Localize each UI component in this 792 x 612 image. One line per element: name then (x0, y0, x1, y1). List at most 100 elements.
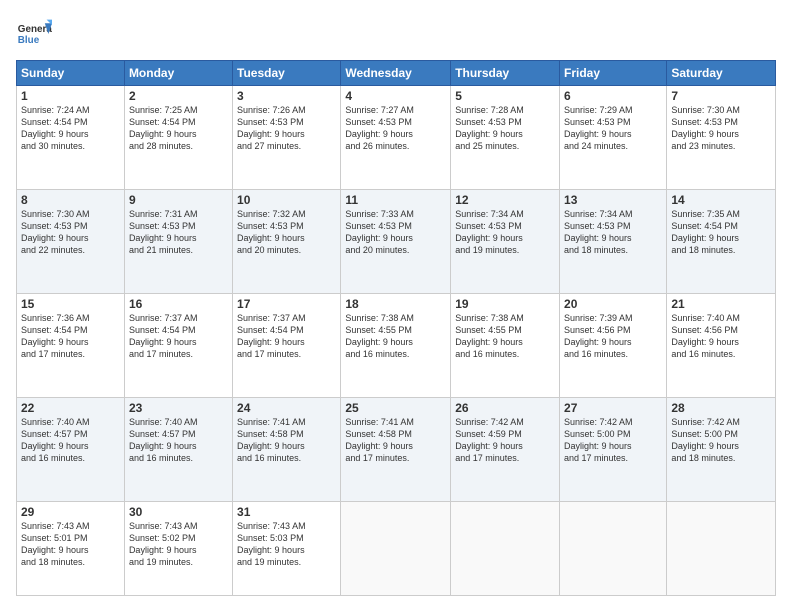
calendar-cell: 28Sunrise: 7:42 AM Sunset: 5:00 PM Dayli… (667, 397, 776, 501)
calendar-cell: 20Sunrise: 7:39 AM Sunset: 4:56 PM Dayli… (560, 293, 667, 397)
calendar-cell: 25Sunrise: 7:41 AM Sunset: 4:58 PM Dayli… (341, 397, 451, 501)
day-info: Sunrise: 7:42 AM Sunset: 4:59 PM Dayligh… (455, 416, 555, 465)
calendar-cell: 23Sunrise: 7:40 AM Sunset: 4:57 PM Dayli… (124, 397, 232, 501)
calendar-cell: 14Sunrise: 7:35 AM Sunset: 4:54 PM Dayli… (667, 189, 776, 293)
calendar-cell: 22Sunrise: 7:40 AM Sunset: 4:57 PM Dayli… (17, 397, 125, 501)
calendar-table: SundayMondayTuesdayWednesdayThursdayFrid… (16, 60, 776, 596)
calendar-cell: 31Sunrise: 7:43 AM Sunset: 5:03 PM Dayli… (233, 501, 341, 595)
calendar-week-3: 15Sunrise: 7:36 AM Sunset: 4:54 PM Dayli… (17, 293, 776, 397)
day-info: Sunrise: 7:28 AM Sunset: 4:53 PM Dayligh… (455, 104, 555, 153)
day-info: Sunrise: 7:25 AM Sunset: 4:54 PM Dayligh… (129, 104, 228, 153)
day-number: 11 (345, 193, 446, 207)
day-info: Sunrise: 7:24 AM Sunset: 4:54 PM Dayligh… (21, 104, 120, 153)
calendar-cell: 1Sunrise: 7:24 AM Sunset: 4:54 PM Daylig… (17, 86, 125, 190)
day-number: 30 (129, 505, 228, 519)
calendar-cell: 24Sunrise: 7:41 AM Sunset: 4:58 PM Dayli… (233, 397, 341, 501)
calendar-cell: 11Sunrise: 7:33 AM Sunset: 4:53 PM Dayli… (341, 189, 451, 293)
day-number: 28 (671, 401, 771, 415)
day-number: 10 (237, 193, 336, 207)
calendar-cell: 16Sunrise: 7:37 AM Sunset: 4:54 PM Dayli… (124, 293, 232, 397)
calendar-cell: 8Sunrise: 7:30 AM Sunset: 4:53 PM Daylig… (17, 189, 125, 293)
calendar-cell: 17Sunrise: 7:37 AM Sunset: 4:54 PM Dayli… (233, 293, 341, 397)
col-header-friday: Friday (560, 61, 667, 86)
day-info: Sunrise: 7:43 AM Sunset: 5:02 PM Dayligh… (129, 520, 228, 569)
calendar-cell: 2Sunrise: 7:25 AM Sunset: 4:54 PM Daylig… (124, 86, 232, 190)
day-info: Sunrise: 7:37 AM Sunset: 4:54 PM Dayligh… (129, 312, 228, 361)
day-info: Sunrise: 7:43 AM Sunset: 5:01 PM Dayligh… (21, 520, 120, 569)
day-number: 26 (455, 401, 555, 415)
day-info: Sunrise: 7:27 AM Sunset: 4:53 PM Dayligh… (345, 104, 446, 153)
logo: General Blue (16, 16, 52, 52)
calendar-cell: 6Sunrise: 7:29 AM Sunset: 4:53 PM Daylig… (560, 86, 667, 190)
day-info: Sunrise: 7:34 AM Sunset: 4:53 PM Dayligh… (455, 208, 555, 257)
calendar-cell: 19Sunrise: 7:38 AM Sunset: 4:55 PM Dayli… (451, 293, 560, 397)
day-info: Sunrise: 7:32 AM Sunset: 4:53 PM Dayligh… (237, 208, 336, 257)
day-info: Sunrise: 7:41 AM Sunset: 4:58 PM Dayligh… (237, 416, 336, 465)
day-number: 23 (129, 401, 228, 415)
day-info: Sunrise: 7:34 AM Sunset: 4:53 PM Dayligh… (564, 208, 662, 257)
day-number: 21 (671, 297, 771, 311)
day-number: 4 (345, 89, 446, 103)
calendar-cell: 4Sunrise: 7:27 AM Sunset: 4:53 PM Daylig… (341, 86, 451, 190)
day-info: Sunrise: 7:37 AM Sunset: 4:54 PM Dayligh… (237, 312, 336, 361)
day-number: 8 (21, 193, 120, 207)
day-number: 13 (564, 193, 662, 207)
day-number: 2 (129, 89, 228, 103)
col-header-saturday: Saturday (667, 61, 776, 86)
calendar-cell: 21Sunrise: 7:40 AM Sunset: 4:56 PM Dayli… (667, 293, 776, 397)
day-number: 29 (21, 505, 120, 519)
day-number: 5 (455, 89, 555, 103)
col-header-monday: Monday (124, 61, 232, 86)
page: General Blue SundayMondayTuesdayWednesda… (0, 0, 792, 612)
calendar-cell (667, 501, 776, 595)
calendar-cell: 12Sunrise: 7:34 AM Sunset: 4:53 PM Dayli… (451, 189, 560, 293)
day-info: Sunrise: 7:26 AM Sunset: 4:53 PM Dayligh… (237, 104, 336, 153)
calendar-week-4: 22Sunrise: 7:40 AM Sunset: 4:57 PM Dayli… (17, 397, 776, 501)
calendar-cell (341, 501, 451, 595)
calendar-cell: 29Sunrise: 7:43 AM Sunset: 5:01 PM Dayli… (17, 501, 125, 595)
calendar-cell (560, 501, 667, 595)
day-info: Sunrise: 7:39 AM Sunset: 4:56 PM Dayligh… (564, 312, 662, 361)
calendar-week-2: 8Sunrise: 7:30 AM Sunset: 4:53 PM Daylig… (17, 189, 776, 293)
day-number: 27 (564, 401, 662, 415)
logo-icon: General Blue (16, 16, 52, 52)
calendar-cell: 3Sunrise: 7:26 AM Sunset: 4:53 PM Daylig… (233, 86, 341, 190)
day-number: 31 (237, 505, 336, 519)
day-info: Sunrise: 7:40 AM Sunset: 4:56 PM Dayligh… (671, 312, 771, 361)
calendar-cell: 18Sunrise: 7:38 AM Sunset: 4:55 PM Dayli… (341, 293, 451, 397)
calendar-cell: 7Sunrise: 7:30 AM Sunset: 4:53 PM Daylig… (667, 86, 776, 190)
day-number: 12 (455, 193, 555, 207)
day-info: Sunrise: 7:36 AM Sunset: 4:54 PM Dayligh… (21, 312, 120, 361)
calendar-week-1: 1Sunrise: 7:24 AM Sunset: 4:54 PM Daylig… (17, 86, 776, 190)
day-info: Sunrise: 7:30 AM Sunset: 4:53 PM Dayligh… (671, 104, 771, 153)
day-info: Sunrise: 7:31 AM Sunset: 4:53 PM Dayligh… (129, 208, 228, 257)
day-info: Sunrise: 7:29 AM Sunset: 4:53 PM Dayligh… (564, 104, 662, 153)
day-number: 9 (129, 193, 228, 207)
calendar-cell: 5Sunrise: 7:28 AM Sunset: 4:53 PM Daylig… (451, 86, 560, 190)
calendar-cell: 10Sunrise: 7:32 AM Sunset: 4:53 PM Dayli… (233, 189, 341, 293)
svg-text:Blue: Blue (18, 35, 40, 46)
day-info: Sunrise: 7:42 AM Sunset: 5:00 PM Dayligh… (564, 416, 662, 465)
day-number: 14 (671, 193, 771, 207)
day-number: 22 (21, 401, 120, 415)
day-info: Sunrise: 7:38 AM Sunset: 4:55 PM Dayligh… (455, 312, 555, 361)
calendar-cell: 26Sunrise: 7:42 AM Sunset: 4:59 PM Dayli… (451, 397, 560, 501)
day-number: 1 (21, 89, 120, 103)
day-number: 16 (129, 297, 228, 311)
day-info: Sunrise: 7:43 AM Sunset: 5:03 PM Dayligh… (237, 520, 336, 569)
calendar-cell: 13Sunrise: 7:34 AM Sunset: 4:53 PM Dayli… (560, 189, 667, 293)
day-info: Sunrise: 7:40 AM Sunset: 4:57 PM Dayligh… (21, 416, 120, 465)
day-info: Sunrise: 7:35 AM Sunset: 4:54 PM Dayligh… (671, 208, 771, 257)
day-number: 25 (345, 401, 446, 415)
day-info: Sunrise: 7:38 AM Sunset: 4:55 PM Dayligh… (345, 312, 446, 361)
day-number: 3 (237, 89, 336, 103)
day-number: 24 (237, 401, 336, 415)
calendar-cell: 30Sunrise: 7:43 AM Sunset: 5:02 PM Dayli… (124, 501, 232, 595)
col-header-wednesday: Wednesday (341, 61, 451, 86)
day-number: 19 (455, 297, 555, 311)
col-header-tuesday: Tuesday (233, 61, 341, 86)
day-number: 18 (345, 297, 446, 311)
calendar-cell: 27Sunrise: 7:42 AM Sunset: 5:00 PM Dayli… (560, 397, 667, 501)
day-info: Sunrise: 7:42 AM Sunset: 5:00 PM Dayligh… (671, 416, 771, 465)
calendar-header-row: SundayMondayTuesdayWednesdayThursdayFrid… (17, 61, 776, 86)
